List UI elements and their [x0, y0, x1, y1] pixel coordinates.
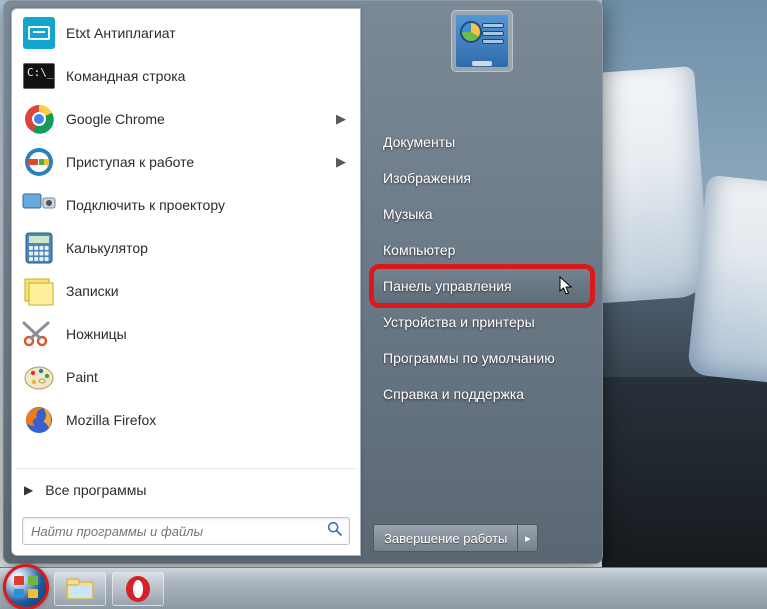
shutdown-options-button[interactable]: ▸	[518, 524, 538, 552]
right-item-2[interactable]: Музыка	[373, 196, 591, 232]
paint-icon	[22, 360, 56, 394]
cursor-icon	[559, 276, 573, 296]
program-item-snipping-tool[interactable]: Ножницы	[14, 312, 358, 355]
start-menu-right-column: Документы Изображения Музыка Компьютер Панел…	[361, 0, 603, 564]
program-item-firefox[interactable]: Mozilla Firefox	[14, 398, 358, 441]
projector-icon	[22, 188, 56, 222]
program-label: Ножницы	[66, 326, 350, 342]
start-menu-left-column: Etxt Антиплагиат C:\_ Командная строка Goog…	[11, 8, 361, 556]
triangle-right-icon: ▶	[24, 483, 33, 497]
program-label: Калькулятор	[66, 240, 350, 256]
shutdown-row: Завершение работы ▸	[373, 524, 591, 552]
snipping-tool-icon	[22, 317, 56, 351]
program-list: Etxt Антиплагиат C:\_ Командная строка Goog…	[12, 9, 360, 466]
submenu-arrow-icon: ▶	[336, 154, 346, 170]
right-item-label: Изображения	[383, 170, 471, 186]
program-label: Google Chrome	[66, 111, 336, 127]
right-item-label: Музыка	[383, 206, 433, 222]
all-programs-label: Все программы	[45, 482, 146, 498]
program-label: Etxt Антиплагиат	[66, 25, 350, 41]
calculator-icon	[22, 231, 56, 265]
right-item-5[interactable]: Устройства и принтеры	[373, 304, 591, 340]
program-label: Paint	[66, 369, 350, 385]
right-item-label: Устройства и принтеры	[383, 314, 535, 330]
program-item-projector[interactable]: Подключить к проектору	[14, 183, 358, 226]
right-item-1[interactable]: Изображения	[373, 160, 591, 196]
cmd-icon: C:\_	[22, 59, 56, 93]
separator	[16, 468, 356, 469]
control-panel-icon	[456, 15, 508, 67]
right-item-7[interactable]: Справка и поддержка	[373, 376, 591, 412]
right-item-label: Справка и поддержка	[383, 386, 524, 402]
program-label: Подключить к проектору	[66, 197, 350, 213]
program-label: Командная строка	[66, 68, 350, 84]
chrome-icon	[22, 102, 56, 136]
program-label: Приступая к работе	[66, 154, 336, 170]
program-item-getting-started[interactable]: Приступая к работе▶	[14, 140, 358, 183]
program-item-etxt[interactable]: Etxt Антиплагиат	[14, 11, 358, 54]
firefox-icon	[22, 403, 56, 437]
getting-started-icon	[22, 145, 56, 179]
right-item-6[interactable]: Программы по умолчанию	[373, 340, 591, 376]
start-menu: Etxt Антиплагиат C:\_ Командная строка Goog…	[3, 0, 603, 564]
right-item-0[interactable]: Документы	[373, 124, 591, 160]
search-input[interactable]	[31, 524, 327, 539]
search-icon	[327, 521, 343, 542]
submenu-arrow-icon: ▶	[336, 111, 346, 127]
taskbar-pinned	[54, 572, 164, 606]
desktop-wallpaper	[602, 0, 767, 570]
search-box[interactable]	[22, 517, 350, 545]
sticky-notes-icon	[22, 274, 56, 308]
explorer-icon	[65, 576, 95, 602]
right-item-3[interactable]: Компьютер	[373, 232, 591, 268]
right-item-label: Программы по умолчанию	[383, 350, 555, 366]
program-item-calculator[interactable]: Калькулятор	[14, 226, 358, 269]
program-label: Mozilla Firefox	[66, 412, 350, 428]
right-item-label: Документы	[383, 134, 455, 150]
program-item-paint[interactable]: Paint	[14, 355, 358, 398]
right-menu-list: Документы Изображения Музыка Компьютер Панел…	[373, 124, 591, 412]
search-container	[12, 509, 360, 555]
taskbar-item-explorer[interactable]	[54, 572, 106, 606]
user-picture-frame[interactable]	[451, 10, 513, 72]
etxt-icon	[22, 16, 56, 50]
windows-logo-icon	[14, 576, 38, 598]
shutdown-label: Завершение работы	[384, 531, 507, 546]
program-item-cmd[interactable]: C:\_ Командная строка	[14, 54, 358, 97]
right-item-4[interactable]: Панель управления	[373, 268, 591, 304]
program-label: Записки	[66, 283, 350, 299]
program-item-chrome[interactable]: Google Chrome▶	[14, 97, 358, 140]
shutdown-button[interactable]: Завершение работы	[373, 524, 518, 552]
opera-icon	[124, 575, 152, 603]
taskbar	[0, 567, 767, 609]
start-button[interactable]	[4, 565, 48, 609]
program-item-sticky-notes[interactable]: Записки	[14, 269, 358, 312]
all-programs-item[interactable]: ▶ Все программы	[12, 471, 360, 509]
right-item-label: Компьютер	[383, 242, 455, 258]
taskbar-item-opera[interactable]	[112, 572, 164, 606]
right-item-label: Панель управления	[383, 278, 512, 294]
